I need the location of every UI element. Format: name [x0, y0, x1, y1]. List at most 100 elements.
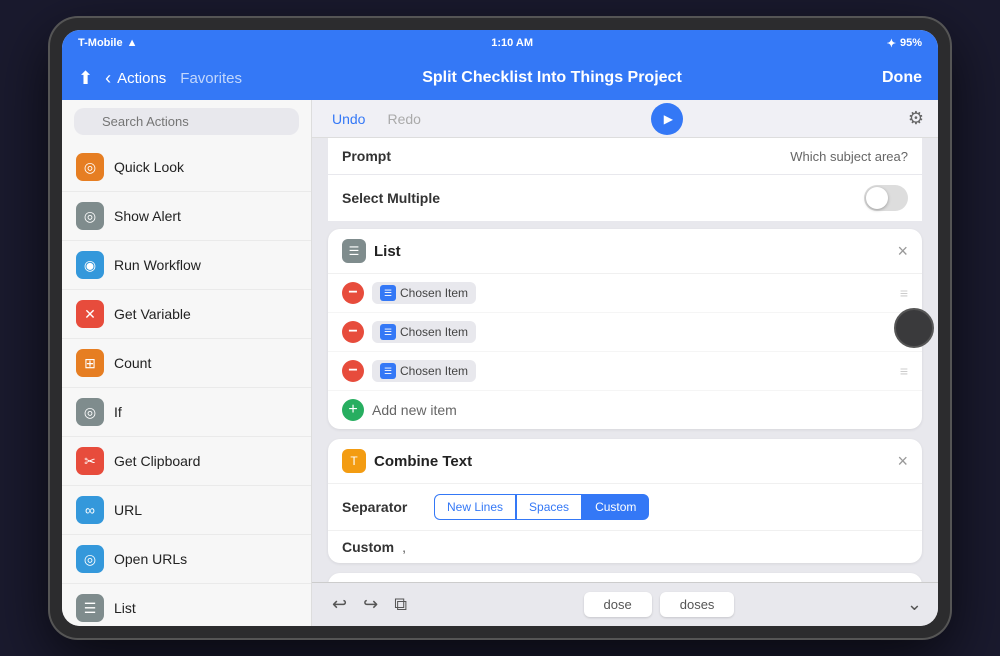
- custom-label: Custom: [342, 539, 394, 555]
- action-label-9: List: [114, 600, 136, 616]
- action-icon-8: ◎: [76, 545, 104, 573]
- list-card-close[interactable]: ×: [897, 242, 908, 260]
- sidebar-item-get-variable[interactable]: ✕ Get Variable: [62, 290, 311, 339]
- add-item-row[interactable]: + Add new item: [328, 391, 922, 429]
- url-card-header: 🔗 URL ×: [328, 573, 922, 582]
- list-item-2: − ☰ Chosen Item ≡: [328, 313, 922, 352]
- battery-text: 95%: [900, 37, 922, 49]
- status-time: 1:10 AM: [491, 37, 533, 49]
- status-left: T-Mobile ▲: [78, 37, 138, 49]
- chosen-item-2-label: Chosen Item: [400, 325, 468, 339]
- sidebar-item-count[interactable]: ⊞ Count: [62, 339, 311, 388]
- add-item-plus[interactable]: +: [342, 399, 364, 421]
- action-icon-1: ◎: [76, 202, 104, 230]
- sidebar-item-list[interactable]: ☰ List: [62, 584, 311, 626]
- sidebar-item-run-workflow[interactable]: ◉ Run Workflow: [62, 241, 311, 290]
- right-panel: Undo Redo ⚙ Prompt Which subject area?: [312, 100, 938, 626]
- select-multiple-label: Select Multiple: [342, 190, 440, 206]
- workflow-title: Split Checklist Into Things Project: [242, 69, 862, 87]
- action-label-3: Get Variable: [114, 306, 191, 322]
- copy-tool-button[interactable]: ⧉: [390, 590, 411, 619]
- bottom-bar: ↩ ↪ ⧉ dose doses ⌄: [312, 582, 938, 626]
- settings-icon[interactable]: ⚙: [908, 108, 924, 129]
- url-card: 🔗 URL × URL things:///add-project?title=…: [328, 573, 922, 582]
- list-item-3-badge[interactable]: ☰ Chosen Item: [372, 360, 476, 382]
- list-item-1-remove[interactable]: −: [342, 282, 364, 304]
- sep-custom[interactable]: Custom: [582, 494, 649, 520]
- sidebar: 🔍 ◎ Quick Look ◎ Show Alert ◉ Run Workfl…: [62, 100, 312, 626]
- combine-text-card: T Combine Text × Separator New Lines Spa…: [328, 439, 922, 563]
- action-label-6: Get Clipboard: [114, 453, 200, 469]
- chosen-item-1-label: Chosen Item: [400, 286, 468, 300]
- word-suggestion-2[interactable]: doses: [660, 592, 735, 617]
- done-button[interactable]: Done: [862, 69, 922, 87]
- bluetooth-icon: ✦: [887, 37, 896, 50]
- screen: T-Mobile ▲ 1:10 AM ✦ 95% ⬆ ‹ Actions Fav…: [62, 30, 938, 626]
- combine-text-close[interactable]: ×: [897, 452, 908, 470]
- select-multiple-toggle[interactable]: [864, 185, 908, 211]
- search-wrap: 🔍: [74, 108, 299, 135]
- word-suggestion-1[interactable]: dose: [584, 592, 652, 617]
- share-icon[interactable]: ⬆: [78, 68, 93, 89]
- list-card-title: List: [374, 243, 897, 260]
- header: ⬆ ‹ Actions Favorites Split Checklist In…: [62, 56, 938, 100]
- sidebar-item-quick-look[interactable]: ◎ Quick Look: [62, 143, 311, 192]
- list-item-1-drag[interactable]: ≡: [900, 285, 908, 301]
- list-item-2-badge[interactable]: ☰ Chosen Item: [372, 321, 476, 343]
- prompt-row: Prompt Which subject area?: [328, 138, 922, 174]
- chosen-item-3-label: Chosen Item: [400, 364, 468, 378]
- search-input[interactable]: [74, 108, 299, 135]
- action-label-2: Run Workflow: [114, 257, 201, 273]
- toolbar: Undo Redo ⚙: [312, 100, 938, 138]
- sep-new-lines[interactable]: New Lines: [434, 494, 516, 520]
- combine-text-header: T Combine Text ×: [328, 439, 922, 484]
- ipad-device: T-Mobile ▲ 1:10 AM ✦ 95% ⬆ ‹ Actions Fav…: [50, 18, 950, 638]
- home-button[interactable]: [894, 308, 934, 348]
- undo-tool-button[interactable]: ↩: [328, 590, 351, 619]
- action-label-1: Show Alert: [114, 208, 181, 224]
- sidebar-item-if[interactable]: ◎ If: [62, 388, 311, 437]
- favorites-tab[interactable]: Favorites: [180, 70, 242, 87]
- list-item-2-remove[interactable]: −: [342, 321, 364, 343]
- list-item-1: − ☰ Chosen Item ≡: [328, 274, 922, 313]
- back-button[interactable]: Actions: [117, 70, 166, 87]
- sep-spaces[interactable]: Spaces: [516, 494, 582, 520]
- keyboard-hide-button[interactable]: ⌄: [907, 594, 922, 615]
- undo-button[interactable]: Undo: [326, 109, 371, 129]
- play-button[interactable]: [651, 103, 683, 135]
- action-icon-7: ∞: [76, 496, 104, 524]
- carrier-text: T-Mobile: [78, 37, 123, 49]
- sidebar-item-get-clipboard[interactable]: ✂ Get Clipboard: [62, 437, 311, 486]
- separator-label: Separator: [342, 499, 422, 515]
- action-label-5: If: [114, 404, 122, 420]
- custom-row: Custom ,: [328, 530, 922, 563]
- combine-text-icon: T: [342, 449, 366, 473]
- redo-tool-button[interactable]: ↪: [359, 590, 382, 619]
- action-label-8: Open URLs: [114, 551, 187, 567]
- chosen-item-1-icon: ☰: [380, 285, 396, 301]
- list-card-header: ☰ List ×: [328, 229, 922, 274]
- list-item-1-badge[interactable]: ☰ Chosen Item: [372, 282, 476, 304]
- wifi-icon: ▲: [127, 37, 138, 49]
- action-icon-4: ⊞: [76, 349, 104, 377]
- redo-button[interactable]: Redo: [381, 109, 426, 129]
- header-left: ⬆ ‹ Actions Favorites: [78, 68, 242, 89]
- chosen-item-2-icon: ☰: [380, 324, 396, 340]
- prompt-label: Prompt: [342, 148, 391, 164]
- action-icon-3: ✕: [76, 300, 104, 328]
- list-item-3-drag[interactable]: ≡: [900, 363, 908, 379]
- list-card: ☰ List × − ☰ Chosen Item ≡: [328, 229, 922, 429]
- action-label-0: Quick Look: [114, 159, 184, 175]
- select-multiple-row: Select Multiple: [328, 175, 922, 221]
- list-card-icon: ☰: [342, 239, 366, 263]
- sidebar-item-url[interactable]: ∞ URL: [62, 486, 311, 535]
- action-icon-6: ✂: [76, 447, 104, 475]
- separator-buttons: New Lines Spaces Custom: [434, 494, 649, 520]
- sidebar-item-show-alert[interactable]: ◎ Show Alert: [62, 192, 311, 241]
- search-bar: 🔍: [62, 100, 311, 143]
- action-label-7: URL: [114, 502, 142, 518]
- action-label-4: Count: [114, 355, 151, 371]
- list-item-3-remove[interactable]: −: [342, 360, 364, 382]
- sidebar-item-open-urls[interactable]: ◎ Open URLs: [62, 535, 311, 584]
- main-content: 🔍 ◎ Quick Look ◎ Show Alert ◉ Run Workfl…: [62, 100, 938, 626]
